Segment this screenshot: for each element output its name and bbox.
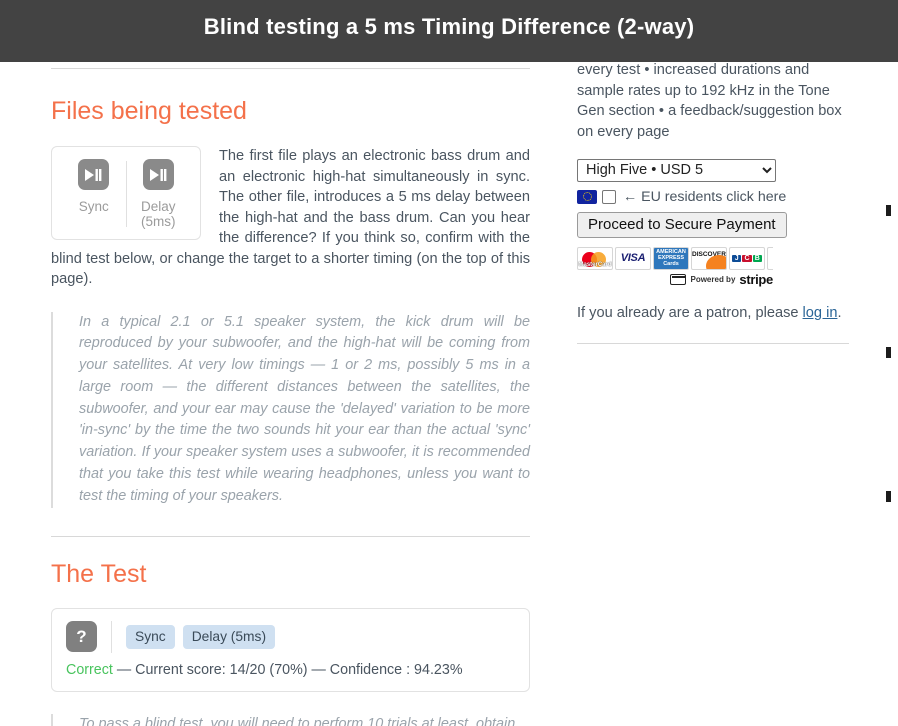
discover-logo-icon: DISCOVER [691, 246, 727, 270]
play-pause-icon[interactable] [78, 159, 110, 190]
patron-login-line: If you already are a patron, please log … [577, 305, 849, 321]
answer-badge-sync[interactable]: Sync [126, 624, 175, 649]
result-details: — Current score: 14/20 (70%) — Confidenc… [116, 661, 463, 678]
page-title: Blind testing a 5 ms Timing Difference (… [203, 14, 695, 39]
main-content-column: Files being tested Sync Delay (5ms) The … [51, 62, 530, 726]
clipped-bullet-icon [886, 491, 891, 502]
clipped-bullet-icon [886, 205, 891, 216]
content-divider-top [51, 68, 530, 69]
proceed-to-secure-payment-button[interactable]: Proceed to Secure Payment [577, 211, 787, 238]
eu-flag-icon [577, 189, 597, 204]
sidebar-divider [577, 342, 849, 344]
payment-widget: High Five • USD 5 ← EU residents click h… [577, 158, 849, 287]
stripe-powered-label: Powered by [690, 274, 736, 284]
patron-login-text-before: If you already are a patron, please [577, 304, 803, 321]
mastercard-logo-icon: MasterCard [577, 246, 613, 270]
clipped-bullet-icon [886, 347, 891, 358]
file-player-box: Sync Delay (5ms) [51, 146, 201, 240]
blind-test-separator [111, 620, 112, 653]
blind-test-score-line: Correct — Current score: 14/20 (70%) — C… [66, 662, 515, 678]
patron-promo-text: every test • increased durations and sam… [577, 62, 842, 141]
page-header-bar: Blind testing a 5 ms Timing Difference (… [0, 0, 898, 62]
blind-test-requirements-note: To pass a blind test, you will need to p… [51, 713, 530, 726]
result-verdict: Correct [66, 661, 113, 678]
file-player-sync-label: Sync [78, 199, 109, 214]
files-section-body: Sync Delay (5ms) The first file plays an… [51, 146, 530, 290]
accepted-cards-row: MasterCard VISA AMERICAN EXPRESS Cards DIS… [577, 246, 773, 270]
stripe-brand-label: stripe [739, 271, 773, 287]
eu-resident-checkbox[interactable] [602, 189, 616, 204]
speaker-system-note: In a typical 2.1 or 5.1 speaker system, … [51, 311, 530, 508]
diners-club-logo-icon [767, 246, 773, 270]
file-player-delay-label: Delay (5ms) [140, 199, 176, 229]
files-section-title: Files being tested [51, 97, 247, 125]
eu-resident-note: ← EU residents click here [623, 188, 787, 205]
stripe-badge: Powered by stripe [577, 272, 773, 287]
test-section-title: The Test [51, 559, 147, 588]
play-pause-icon[interactable] [142, 159, 174, 190]
blind-test-box: ? Sync Delay (5ms) Correct — Current sco… [51, 607, 530, 692]
eu-residents-row: ← EU residents click here [577, 189, 849, 205]
log-in-link[interactable]: log in [803, 305, 838, 321]
file-player-sync: Sync [62, 159, 126, 229]
patron-login-text-after: . [837, 304, 842, 321]
tier-select[interactable]: High Five • USD 5 [577, 158, 776, 182]
jcb-logo-icon: JCB [729, 246, 765, 270]
page-root: Blind testing a 5 ms Timing Difference (… [0, 0, 898, 726]
amex-logo-icon: AMERICAN EXPRESS Cards [653, 246, 689, 270]
file-player-delay: Delay (5ms) [127, 159, 191, 229]
blind-test-controls-row: ? Sync Delay (5ms) [66, 620, 515, 653]
file-player-row: Sync Delay (5ms) [62, 159, 190, 229]
secure-card-icon [670, 273, 687, 285]
visa-logo-icon: VISA [615, 246, 651, 270]
unknown-sample-play-button[interactable]: ? [66, 621, 97, 653]
content-divider-mid [51, 535, 530, 537]
answer-badge-delay[interactable]: Delay (5ms) [182, 624, 276, 649]
